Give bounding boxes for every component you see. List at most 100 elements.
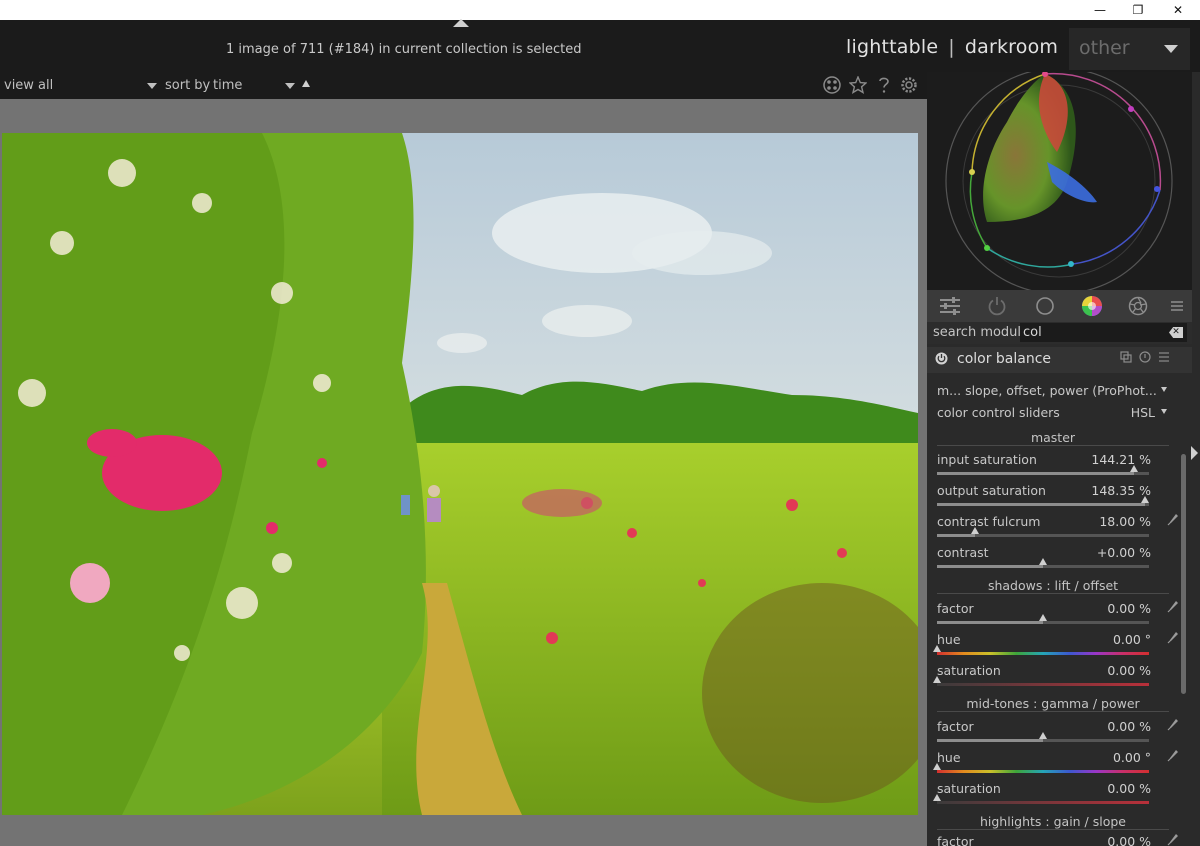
color-picker-icon[interactable] <box>1167 513 1179 530</box>
clear-search-icon[interactable]: ✕ <box>1169 327 1183 338</box>
slider-label: contrast <box>937 545 989 560</box>
midtones-saturation-slider[interactable]: saturation 0.00 % <box>933 781 1169 811</box>
grouping-icon[interactable] <box>822 75 842 95</box>
slider-track[interactable] <box>937 683 1149 686</box>
slider-value: 0.00 % <box>1107 601 1151 616</box>
center-view <box>0 99 927 846</box>
master-contrast-slider[interactable]: contrast +0.00 % <box>937 545 1169 575</box>
shadows-factor-slider[interactable]: factor 0.00 % <box>937 601 1178 631</box>
window-titlebar: — ❐ ✕ <box>0 0 1200 20</box>
slider-track[interactable] <box>937 565 1149 568</box>
slider-track[interactable] <box>937 801 1149 804</box>
sort-label: sort by <box>165 78 211 93</box>
color-control-sliders-label: color control sliders <box>937 405 1060 420</box>
color-picker-icon[interactable] <box>1167 749 1179 766</box>
section-divider <box>937 445 1169 446</box>
slider-track[interactable] <box>937 739 1149 742</box>
slider-handle[interactable] <box>933 676 941 683</box>
view-filter-select[interactable]: all <box>38 78 53 93</box>
color-balance-header[interactable]: color balance <box>927 347 1192 373</box>
shadows-hue-slider[interactable]: hue 0.00 ° <box>933 632 1178 662</box>
slider-track[interactable] <box>937 472 1149 475</box>
slider-fill <box>937 472 1135 475</box>
highlights-factor-slider[interactable]: factor 0.00 % <box>937 834 1178 846</box>
shadows-saturation-slider[interactable]: saturation 0.00 % <box>933 663 1169 693</box>
slider-handle[interactable] <box>1039 732 1047 739</box>
slider-track[interactable] <box>937 652 1149 655</box>
search-module-input[interactable]: col ✕ <box>1020 323 1187 342</box>
slider-value: +0.00 % <box>1096 545 1151 560</box>
slider-fill <box>937 503 1145 506</box>
other-views-dropdown[interactable]: other <box>1069 28 1190 70</box>
chevron-down-icon <box>1161 387 1167 392</box>
slider-track[interactable] <box>937 770 1149 773</box>
section-midtones: mid-tones : gamma / power <box>966 696 1140 711</box>
slider-fill <box>937 739 1043 742</box>
slider-value: 0.00 % <box>1107 719 1151 734</box>
slider-handle[interactable] <box>1039 614 1047 621</box>
slider-track[interactable] <box>937 621 1149 624</box>
sliders-icon[interactable] <box>938 294 962 318</box>
color-picker-icon[interactable] <box>1167 833 1179 846</box>
slider-track[interactable] <box>937 534 1149 537</box>
slider-handle[interactable] <box>933 794 941 801</box>
presets-menu-icon[interactable] <box>1158 351 1170 366</box>
mode-combobox[interactable]: m... slope, offset, power (ProPhot... <box>937 383 1169 401</box>
slider-track[interactable] <box>937 503 1149 506</box>
slider-fill <box>937 621 1043 624</box>
midtones-factor-slider[interactable]: factor 0.00 % <box>937 719 1178 749</box>
master-input-saturation-slider[interactable]: input saturation 144.21 % <box>937 452 1169 482</box>
slider-handle[interactable] <box>1130 465 1139 472</box>
sort-order-icon[interactable] <box>302 80 310 87</box>
star-icon[interactable] <box>848 75 868 95</box>
chevron-down-icon <box>1164 45 1178 53</box>
restore-icon[interactable]: ❐ <box>1120 0 1156 20</box>
aperture-icon[interactable] <box>1126 294 1150 318</box>
chevron-down-icon[interactable] <box>147 83 157 89</box>
power-icon[interactable] <box>985 294 1009 318</box>
color-control-sliders-combobox[interactable]: color control sliders HSL <box>937 405 1169 423</box>
master-contrast-fulcrum-slider[interactable]: contrast fulcrum 18.00 % <box>937 514 1178 544</box>
view-darkroom[interactable]: darkroom <box>965 36 1058 58</box>
slider-handle[interactable] <box>971 527 980 534</box>
search-module-value: col <box>1023 325 1042 340</box>
sort-select[interactable]: time <box>213 78 242 93</box>
color-control-sliders-value: HSL <box>1130 405 1155 420</box>
color-picker-icon[interactable] <box>1167 631 1179 648</box>
slider-label: factor <box>937 601 974 616</box>
midtones-hue-slider[interactable]: hue 0.00 ° <box>933 750 1178 780</box>
slider-label: input saturation <box>937 452 1037 467</box>
slider-handle[interactable] <box>933 763 941 770</box>
slider-value: 0.00 ° <box>1112 750 1151 765</box>
slider-handle[interactable] <box>933 645 941 652</box>
module-scrollbar[interactable] <box>1181 454 1186 694</box>
vectorscope[interactable] <box>927 67 1192 295</box>
view-lighttable[interactable]: lighttable <box>846 36 938 58</box>
collapse-top-panel-icon[interactable] <box>453 19 469 27</box>
slider-label: output saturation <box>937 483 1046 498</box>
collapse-right-panel-icon[interactable] <box>1191 446 1198 460</box>
slider-handle[interactable] <box>1140 496 1149 503</box>
slider-handle[interactable] <box>1039 558 1047 565</box>
chevron-down-icon[interactable] <box>285 83 295 89</box>
slider-label: saturation <box>937 663 1001 678</box>
master-output-saturation-slider[interactable]: output saturation 148.35 % <box>937 483 1169 513</box>
color-picker-icon[interactable] <box>1167 600 1179 617</box>
module-power-icon[interactable] <box>935 352 948 369</box>
main-photo[interactable] <box>2 133 918 815</box>
module-search: search module col ✕ <box>927 322 1192 344</box>
slider-fill <box>937 565 1043 568</box>
circle-icon[interactable] <box>1033 294 1057 318</box>
section-master: master <box>1030 430 1076 445</box>
multi-instance-icon[interactable] <box>1120 351 1132 366</box>
section-divider <box>937 829 1169 830</box>
section-shadows: shadows : lift / offset <box>987 578 1119 593</box>
color-picker-icon[interactable] <box>1167 718 1179 735</box>
color-wheel-icon[interactable] <box>1080 294 1104 318</box>
reset-icon[interactable] <box>1139 351 1151 366</box>
minimize-icon[interactable]: — <box>1082 0 1118 20</box>
help-icon[interactable] <box>874 75 894 95</box>
menu-icon[interactable] <box>1165 294 1189 318</box>
gear-icon[interactable] <box>899 75 919 95</box>
close-icon[interactable]: ✕ <box>1160 0 1196 20</box>
